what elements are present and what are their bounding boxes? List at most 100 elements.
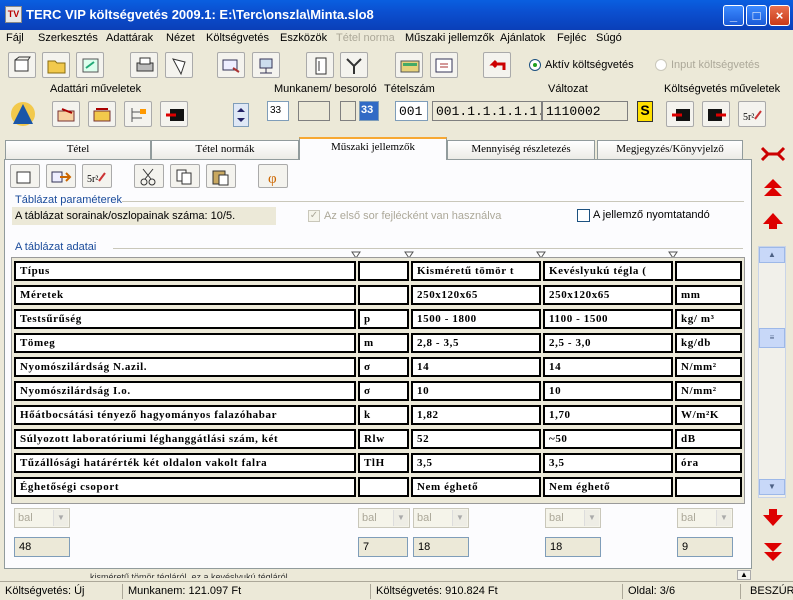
chevron-up-icon[interactable]: ▲ — [737, 570, 751, 580]
import-button[interactable] — [76, 52, 104, 78]
align-combo-col3[interactable]: bal ▼ — [413, 508, 469, 528]
tetelszam-full-field[interactable]: 001.1.1.1.1.1.1 — [432, 101, 542, 121]
edit-sheet-button[interactable] — [430, 52, 458, 78]
table-cell[interactable]: mm — [675, 285, 742, 305]
printable-checkbox[interactable] — [577, 209, 590, 222]
tetelszam-mid-field[interactable]: 001 — [395, 101, 428, 121]
menu-fejlec[interactable]: Fejléc — [557, 32, 586, 44]
panel-formula-button[interactable]: 5r² — [82, 164, 112, 188]
export-button[interactable] — [217, 52, 245, 78]
menu-sugo[interactable]: Súgó — [596, 32, 622, 44]
s-badge[interactable]: S — [637, 101, 653, 122]
undo-button[interactable] — [483, 52, 511, 78]
open-button[interactable] — [42, 52, 70, 78]
table-cell[interactable]: Éghetőségi csoport — [14, 477, 356, 497]
table-cell[interactable]: 1,70 — [543, 405, 673, 425]
width-field-col3[interactable]: 18 — [413, 537, 469, 557]
menu-ajanlatok[interactable]: Ajánlatok — [500, 32, 545, 44]
table-cell[interactable]: Hőátbocsátási tényező hagyományos falazó… — [14, 405, 356, 425]
table-cell[interactable]: Kevéslyukú tégla ( — [543, 261, 673, 281]
tab-muszaki-jellemzok[interactable]: Műszaki jellemzők — [299, 137, 447, 160]
menu-fajl[interactable]: Fájl — [6, 32, 24, 44]
tab-mennyiseg-reszletezes[interactable]: Mennyiség részletezés — [447, 140, 595, 159]
copy-button[interactable] — [170, 164, 200, 188]
table-cell[interactable]: σ — [358, 357, 409, 377]
blank-field[interactable] — [340, 101, 356, 121]
door-button[interactable] — [306, 52, 334, 78]
table-cell[interactable]: kg/ m³ — [675, 309, 742, 329]
adattar-edit-button[interactable] — [52, 101, 80, 127]
paste-button[interactable] — [206, 164, 236, 188]
minimize-button[interactable]: _ — [723, 5, 744, 26]
table-cell[interactable] — [358, 285, 409, 305]
scroll-down-icon[interactable]: ▼ — [759, 479, 785, 495]
panel-new-button[interactable] — [10, 164, 40, 188]
table-cell[interactable]: 14 — [411, 357, 541, 377]
align-combo-col5[interactable]: bal ▼ — [677, 508, 733, 528]
new-button[interactable] — [8, 52, 36, 78]
preview-button[interactable] — [165, 52, 193, 78]
table-cell[interactable]: 2,5 - 3,0 — [543, 333, 673, 353]
adattar-copy-button[interactable] — [88, 101, 116, 127]
table-cell[interactable]: N/mm² — [675, 381, 742, 401]
table-cell[interactable]: 3,5 — [411, 453, 541, 473]
table-cell[interactable]: 250x120x65 — [543, 285, 673, 305]
table-cell[interactable]: Kisméretű tömör t — [411, 261, 541, 281]
table-cell[interactable]: óra — [675, 453, 742, 473]
scroll-up-icon[interactable]: ▲ — [759, 247, 785, 263]
network-button[interactable] — [252, 52, 280, 78]
align-combo-col2[interactable]: bal ▼ — [358, 508, 410, 528]
menu-adattarak[interactable]: Adattárak — [106, 32, 153, 44]
table-cell[interactable]: 1,82 — [411, 405, 541, 425]
adattar-spinner[interactable] — [233, 103, 249, 127]
table-cell[interactable]: Típus — [14, 261, 356, 281]
width-field-col5[interactable]: 9 — [677, 537, 733, 557]
valtozat-field[interactable]: 1110002 — [542, 101, 628, 121]
table-cell[interactable] — [675, 261, 742, 281]
print-button[interactable] — [130, 52, 158, 78]
phi-button[interactable]: φ — [258, 164, 288, 188]
table-cell[interactable]: Tűzállósági határérték két oldalon vakol… — [14, 453, 356, 473]
align-combo-col1[interactable]: bal ▼ — [14, 508, 70, 528]
tab-tetel[interactable]: Tétel — [5, 140, 151, 159]
menu-eszkozok[interactable]: Eszközök — [280, 32, 327, 44]
merge-button[interactable] — [340, 52, 368, 78]
vertical-scrollbar[interactable] — [758, 246, 786, 498]
kts-add-button[interactable] — [666, 101, 694, 127]
tab-tetel-normak[interactable]: Tétel normák — [151, 140, 299, 159]
table-cell[interactable] — [358, 261, 409, 281]
table-cell[interactable]: 3,5 — [543, 453, 673, 473]
table-cell[interactable]: 52 — [411, 429, 541, 449]
besorolo-field[interactable] — [298, 101, 330, 121]
table-cell[interactable]: 1500 - 1800 — [411, 309, 541, 329]
close-button[interactable]: × — [769, 5, 790, 26]
width-field-col2[interactable]: 7 — [358, 537, 408, 557]
table-cell[interactable]: 250x120x65 — [411, 285, 541, 305]
scroll-thumb[interactable]: ≡ — [759, 328, 785, 348]
kts-remove-button[interactable] — [702, 101, 730, 127]
panel-import-button[interactable] — [46, 164, 76, 188]
move-top-button[interactable] — [758, 176, 788, 202]
table-cell[interactable]: Tömeg — [14, 333, 356, 353]
table-cell[interactable]: Nem éghető — [411, 477, 541, 497]
menu-tetel-norma[interactable]: Tétel norma — [336, 32, 395, 44]
table-cell[interactable]: k — [358, 405, 409, 425]
table-cell[interactable]: Nem éghető — [543, 477, 673, 497]
table-cell[interactable]: N/mm² — [675, 357, 742, 377]
move-bottom-button[interactable] — [758, 538, 788, 564]
kts-formula-button[interactable]: 5r² — [738, 101, 766, 127]
table-cell[interactable]: Nyomószilárdság N.azil. — [14, 357, 356, 377]
table-cell[interactable]: Nyomószilárdság I.o. — [14, 381, 356, 401]
menu-szerkesztes[interactable]: Szerkesztés — [38, 32, 98, 44]
table-cell[interactable]: Rlw — [358, 429, 409, 449]
tetelszam-prefix-field[interactable]: 33 — [359, 101, 379, 121]
table-cell[interactable]: p — [358, 309, 409, 329]
menu-koltsegvetes[interactable]: Költségvetés — [206, 32, 269, 44]
adattar-tree-button[interactable] — [124, 101, 152, 127]
first-row-header-checkbox[interactable]: ✓ — [308, 210, 320, 222]
table-cell[interactable]: σ — [358, 381, 409, 401]
table-cell[interactable]: m — [358, 333, 409, 353]
width-field-col4[interactable]: 18 — [545, 537, 601, 557]
munkanem-field[interactable]: 33 — [267, 101, 289, 121]
table-cell[interactable]: 10 — [543, 381, 673, 401]
